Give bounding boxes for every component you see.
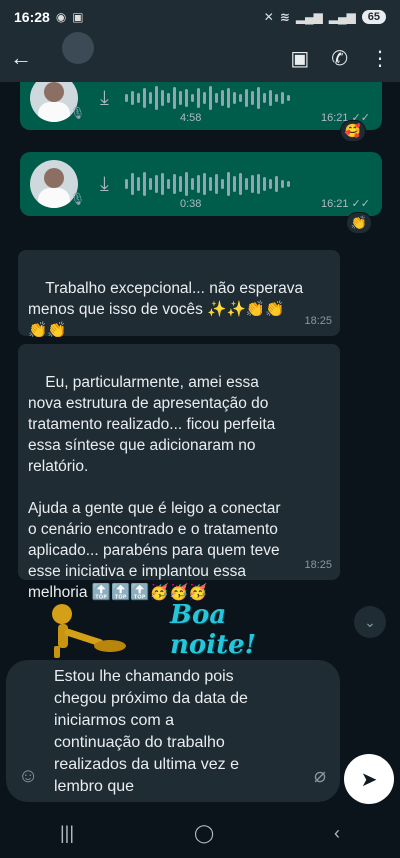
voice-message[interactable]: 🎙 ⤓ 0:38 16:21 ✓✓ xyxy=(20,152,382,216)
download-icon[interactable]: ⤓ xyxy=(100,173,109,196)
incoming-message[interactable]: Eu, particularmente, amei essa nova estr… xyxy=(18,344,340,601)
incoming-message[interactable]: Trabalho excepcional... não esperava men… xyxy=(18,250,340,339)
reaction-badge[interactable]: 👏 xyxy=(346,212,372,234)
status-time: 16:28 xyxy=(14,9,50,25)
scroll-to-bottom-button[interactable]: ⌄ xyxy=(354,606,386,638)
attach-icon[interactable]: ⌀ xyxy=(314,763,326,788)
mic-icon: 🎙 xyxy=(70,106,86,120)
boa-noite-sticker-text: Boa noite! xyxy=(170,600,257,660)
voice-message[interactable]: 🎙 ⤓ 4:58 16:21 ✓✓ xyxy=(20,82,382,130)
battery-indicator: 65 xyxy=(361,10,386,24)
mic-icon: 🎙 xyxy=(70,192,86,206)
message-time: 18:25 xyxy=(304,315,332,327)
back-arrow-icon[interactable]: ← xyxy=(10,45,42,71)
chat-area[interactable]: 🎙 ⤓ 4:58 16:21 ✓✓ 🥰 🎙 ⤓ 0:38 16:21 ✓✓ 👏 … xyxy=(0,82,400,662)
send-icon: ➤ xyxy=(360,768,378,791)
whatsapp-notification-icon: ◉ xyxy=(55,10,67,24)
reaction-badge[interactable]: 🥰 xyxy=(340,120,366,142)
more-vert-icon[interactable]: ⋮ xyxy=(370,46,390,71)
message-text: Trabalho excepcional... não esperava men… xyxy=(28,280,304,339)
voice-waveform[interactable] xyxy=(124,170,290,198)
signal-icon-2: ▂▄▆ xyxy=(328,10,356,24)
sticker-message[interactable]: Boa noite! xyxy=(40,600,300,662)
message-time: 16:21 ✓✓ xyxy=(320,198,370,210)
chat-header: ← ▣ ✆ ⋮ xyxy=(0,32,400,82)
gold-figure-sticker xyxy=(52,604,126,658)
contact-card-icon[interactable]: ▣ xyxy=(290,46,309,71)
add-call-icon[interactable]: ✆ xyxy=(331,46,348,71)
voice-duration: 0:38 xyxy=(180,198,202,210)
message-text: Eu, particularmente, amei essa nova estr… xyxy=(28,374,281,601)
status-bar: 16:28 ◉ ▣ ✕ ≋ ▂▄▆ ▂▄▆ 65 xyxy=(0,0,400,34)
sticker-icon[interactable]: ☺ xyxy=(18,765,38,788)
home-icon[interactable]: ◯ xyxy=(194,823,214,844)
wifi-icon: ≋ xyxy=(279,10,290,24)
recent-apps-icon[interactable]: ||| xyxy=(60,823,74,844)
system-navigation-bar: ||| ◯ ‹ xyxy=(0,808,400,858)
mute-icon: ✕ xyxy=(263,10,274,24)
back-icon[interactable]: ‹ xyxy=(334,823,340,844)
message-time: 18:25 xyxy=(304,559,332,571)
voice-duration: 4:58 xyxy=(180,112,202,124)
send-button[interactable]: ➤ xyxy=(344,754,394,804)
notification-icon: ▣ xyxy=(72,10,84,24)
message-input[interactable]: Estou lhe chamando pois chegou próximo d… xyxy=(54,666,304,798)
contact-avatar[interactable] xyxy=(62,32,94,64)
signal-icon: ▂▄▆ xyxy=(295,10,323,24)
message-compose-box[interactable]: ☺ Estou lhe chamando pois chegou próximo… xyxy=(6,660,340,802)
download-icon[interactable]: ⤓ xyxy=(100,87,109,110)
voice-waveform[interactable] xyxy=(124,84,290,112)
